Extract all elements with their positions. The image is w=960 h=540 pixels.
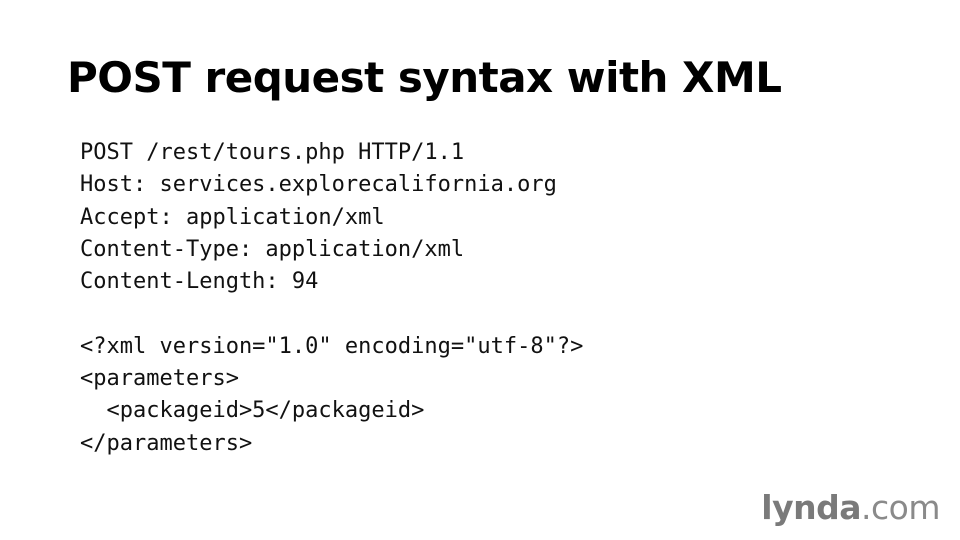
slide-title: POST request syntax with XML	[67, 53, 782, 102]
logo-tld: .com	[861, 488, 940, 527]
code-line: Accept: application/xml	[80, 204, 385, 230]
code-line: POST /rest/tours.php HTTP/1.1	[80, 140, 465, 165]
code-line: Content-Length: 94	[80, 269, 319, 295]
lynda-logo: lynda.com	[761, 488, 940, 528]
code-line: <?xml version="1.0" encoding="utf-8"?>	[80, 333, 584, 359]
code-line: </parameters>	[80, 430, 253, 456]
code-line: <packageid>5</packageid>	[80, 398, 425, 424]
code-line: Content-Type: application/xml	[80, 236, 465, 262]
logo-brand: lynda	[761, 488, 862, 527]
slide: POST request syntax with XML POST /rest/…	[0, 0, 960, 540]
code-line: <parameters>	[80, 366, 239, 392]
code-block: POST /rest/tours.php HTTP/1.1 Host: serv…	[80, 137, 583, 460]
code-line: Host: services.explorecalifornia.org	[80, 172, 557, 198]
